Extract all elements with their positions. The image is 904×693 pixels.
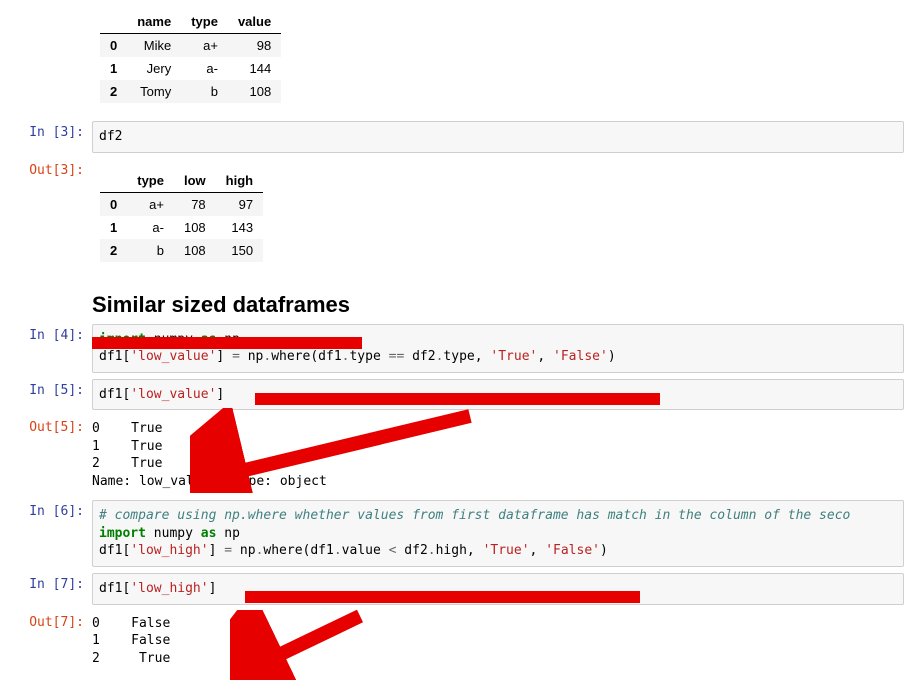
in3-cell: In [3]: df2 (0, 121, 904, 153)
df1-col-type: type (181, 10, 228, 34)
table-row: 2 Tomy b 108 (100, 80, 281, 103)
table-row: 1 Jery a- 144 (100, 57, 281, 80)
section-heading: Similar sized dataframes (92, 292, 904, 318)
in5-code[interactable]: df1['low_value'] (92, 379, 904, 411)
df1-table: name type value 0 Mike a+ 98 1 Jery (100, 10, 281, 103)
out2-prompt (0, 0, 92, 8)
table-row: 0 a+ 78 97 (100, 192, 263, 216)
df1-col-name: name (127, 10, 181, 34)
notebook: name type value 0 Mike a+ 98 1 Jery (0, 0, 904, 671)
in7-prompt: In [7]: (0, 573, 92, 598)
df2-table: type low high 0 a+ 78 97 1 a- (100, 169, 263, 262)
out5-prompt: Out[5]: (0, 416, 92, 441)
df2-col-low: low (174, 169, 216, 193)
table-row: 0 Mike a+ 98 (100, 34, 281, 58)
out7-cell: Out[7]: 0 False 1 False 2 True (0, 611, 904, 672)
table-row: 2 b 108 150 (100, 239, 263, 262)
out7-output: 0 False 1 False 2 True (92, 611, 904, 672)
in3-code[interactable]: df2 (92, 121, 904, 153)
in4-code[interactable]: import numpy as np df1['low_value'] = np… (92, 324, 904, 373)
in4-prompt: In [4]: (0, 324, 92, 349)
in3-prompt: In [3]: (0, 121, 92, 146)
in6-cell: In [6]: # compare using np.where whether… (0, 500, 904, 567)
out7-prompt: Out[7]: (0, 611, 92, 636)
in5-cell: In [5]: df1['low_value'] (0, 379, 904, 411)
in7-code[interactable]: df1['low_high'] (92, 573, 904, 605)
out5-cell: Out[5]: 0 True 1 True 2 True Name: low_v… (0, 416, 904, 494)
out3-prompt: Out[3]: (0, 159, 92, 184)
df2-col-high: high (216, 169, 263, 193)
out5-output: 0 True 1 True 2 True Name: low_value, dt… (92, 416, 904, 494)
in7-cell: In [7]: df1['low_high'] (0, 573, 904, 605)
df2-col-type: type (127, 169, 174, 193)
out2-cell: name type value 0 Mike a+ 98 1 Jery (0, 0, 904, 115)
in6-code[interactable]: # compare using np.where whether values … (92, 500, 904, 567)
out3-cell: Out[3]: type low high 0 a+ 78 9 (0, 159, 904, 274)
in5-prompt: In [5]: (0, 379, 92, 404)
in4-cell: In [4]: import numpy as np df1['low_valu… (0, 324, 904, 373)
df1-col-value: value (228, 10, 281, 34)
table-row: 1 a- 108 143 (100, 216, 263, 239)
in6-prompt: In [6]: (0, 500, 92, 525)
